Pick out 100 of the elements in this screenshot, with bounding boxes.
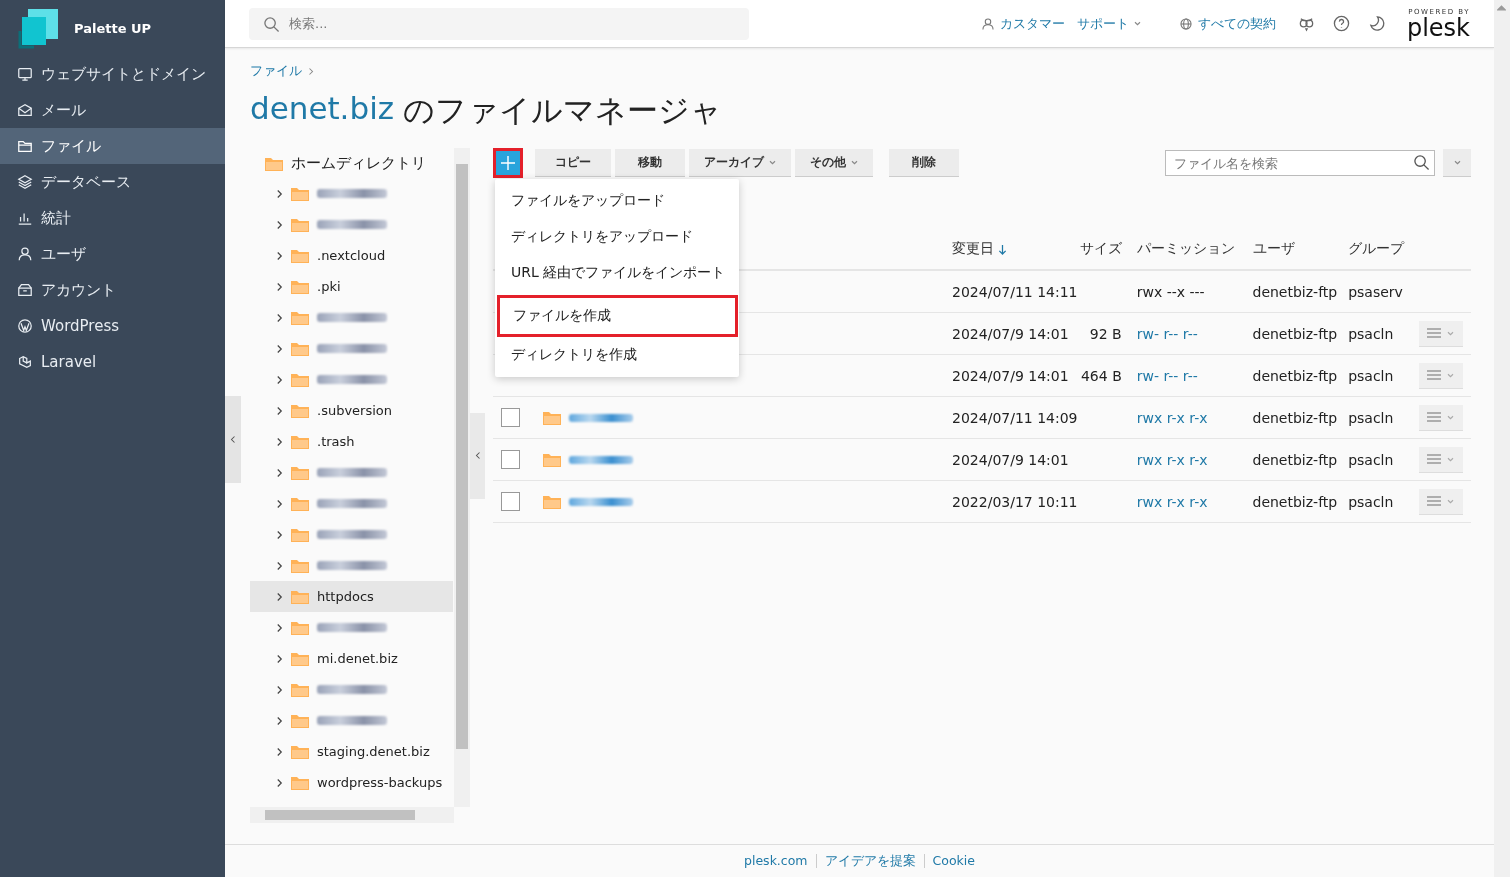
file-search-field[interactable]: ファイル名を検索: [1165, 150, 1435, 176]
sidebar-item[interactable]: Laravel: [0, 344, 225, 380]
splitter-handle[interactable]: [470, 412, 485, 499]
search-icon: [1413, 154, 1430, 171]
moon-icon[interactable]: [1367, 15, 1385, 32]
tree-item[interactable]: .nextcloud: [250, 240, 453, 271]
folder-icon: [291, 527, 309, 542]
scrollbar[interactable]: [1494, 0, 1510, 877]
permissions-link[interactable]: rwx r-x r-x: [1136, 409, 1208, 426]
sidebar-item[interactable]: データベース: [0, 164, 225, 200]
menu-item[interactable]: ディレクトリをアップロード: [495, 219, 739, 255]
footer-link[interactable]: Cookie: [923, 854, 983, 868]
checkbox[interactable]: [501, 408, 520, 427]
table-cell: denetbiz-ftp: [1252, 354, 1349, 397]
permissions-link[interactable]: rwx r-x r-x: [1136, 493, 1208, 510]
tree-item[interactable]: .subversion: [250, 395, 453, 426]
chevron-icon: [276, 684, 283, 695]
folder-icon: [291, 372, 309, 387]
blurred-label: [317, 220, 387, 229]
row-actions-button[interactable]: [1418, 488, 1463, 515]
toolbar-button[interactable]: コピー: [535, 149, 611, 177]
tree-item[interactable]: staging.denet.biz: [250, 736, 453, 767]
menu-item[interactable]: ディレクトリを作成: [495, 337, 739, 373]
sidebar-item[interactable]: 統計: [0, 200, 225, 236]
caret-icon: [1447, 456, 1455, 462]
caret-icon: [769, 160, 776, 165]
row-actions-button[interactable]: [1418, 320, 1463, 347]
sidebar-item[interactable]: WordPress: [0, 308, 225, 344]
menu-item[interactable]: URL 経由でファイルをインポート: [495, 255, 739, 291]
sidebar-item[interactable]: ファイル: [0, 128, 225, 164]
row-actions-button[interactable]: [1418, 404, 1463, 431]
column-header[interactable]: グループ: [1348, 240, 1405, 256]
nav-link[interactable]: すべての契約: [1178, 14, 1276, 33]
footer-link[interactable]: アイデアを提案: [815, 854, 924, 868]
folder-icon: [291, 465, 309, 480]
toolbar-button[interactable]: 移動: [615, 149, 685, 177]
sidebar-item[interactable]: メール: [0, 92, 225, 128]
chevron-icon: [276, 467, 283, 478]
column-header[interactable]: サイズ: [1079, 240, 1122, 256]
caret-icon: [1453, 160, 1461, 165]
row-actions-button[interactable]: [1418, 362, 1463, 389]
nav-link[interactable]: サポート: [1076, 14, 1141, 33]
tree-item[interactable]: wordpress-backups: [250, 767, 453, 798]
user-icon: [17, 246, 33, 262]
breadcrumb-link[interactable]: ファイル: [250, 62, 302, 80]
chevron-icon: [276, 591, 283, 602]
nav-link[interactable]: カスタマー: [980, 14, 1065, 33]
logo-icon: [18, 7, 60, 49]
folder-icon: [265, 155, 283, 171]
chevron-icon: [276, 529, 283, 540]
owl-icon[interactable]: [1297, 15, 1315, 32]
tree-item[interactable]: mi.denet.biz: [250, 643, 453, 674]
sidebar-item[interactable]: ユーザ: [0, 236, 225, 272]
dropdown-button[interactable]: [1443, 149, 1471, 177]
blurred-label: [317, 530, 387, 539]
chevron-icon: [276, 219, 283, 230]
column-header[interactable]: パーミッション: [1136, 240, 1235, 256]
tree-item[interactable]: ホームディレクトリ: [250, 148, 453, 178]
chevron-icon: [276, 188, 283, 199]
folder-icon: [291, 682, 309, 697]
tree-item[interactable]: .pki: [250, 271, 453, 302]
table-cell: psacln: [1348, 312, 1419, 355]
page-title: のファイルマネージャ: [403, 91, 723, 130]
menu-item[interactable]: ファイルを作成: [497, 295, 738, 337]
permissions-link[interactable]: rwx r-x r-x: [1136, 451, 1208, 468]
chevron-icon: [276, 436, 283, 447]
plesk-logo: plesk: [1406, 15, 1470, 40]
folder-icon: [291, 620, 309, 635]
table-cell: 2024/07/11 14:09: [952, 396, 1079, 439]
column-header[interactable]: ユーザ: [1252, 240, 1295, 256]
blurred-label: [317, 561, 387, 570]
table-cell: 2022/03/17 10:11: [952, 480, 1079, 523]
menu-item[interactable]: ファイルをアップロード: [495, 183, 739, 219]
toolbar-button[interactable]: その他: [795, 149, 873, 177]
folder-icon: [291, 341, 309, 356]
toolbar-button[interactable]: アーカイブ: [689, 149, 791, 177]
row-actions-button[interactable]: [1418, 446, 1463, 473]
scrollbar[interactable]: [250, 807, 454, 823]
sidebar-item[interactable]: ウェブサイトとドメイン: [0, 56, 225, 92]
folder-icon: [291, 186, 309, 201]
checkbox[interactable]: [501, 450, 520, 469]
table-cell: 2024/07/9 14:01: [952, 312, 1079, 355]
search-field[interactable]: 検索...: [249, 7, 749, 40]
sidebar-item[interactable]: アカウント: [0, 272, 225, 308]
checkbox[interactable]: [501, 492, 520, 511]
tree-item[interactable]: httpdocs: [250, 581, 453, 612]
toolbar-button[interactable]: 削除: [889, 149, 959, 177]
envelope-icon: [17, 102, 33, 118]
help-icon[interactable]: [1332, 15, 1350, 32]
scrollbar[interactable]: [454, 148, 470, 807]
permissions-link[interactable]: rw- r-- r--: [1136, 325, 1198, 342]
footer-link[interactable]: plesk.com: [736, 854, 816, 868]
tree-item[interactable]: .trash: [250, 426, 453, 457]
chevron-icon: [276, 250, 283, 261]
column-header[interactable]: 変更日: [952, 240, 995, 258]
table-cell: 2024/07/9 14:01: [952, 354, 1079, 397]
collapse-handle[interactable]: [225, 396, 241, 483]
table-cell: denetbiz-ftp: [1252, 312, 1349, 355]
permissions-link[interactable]: rw- r-- r--: [1136, 367, 1198, 384]
folder-icon: [291, 775, 309, 790]
